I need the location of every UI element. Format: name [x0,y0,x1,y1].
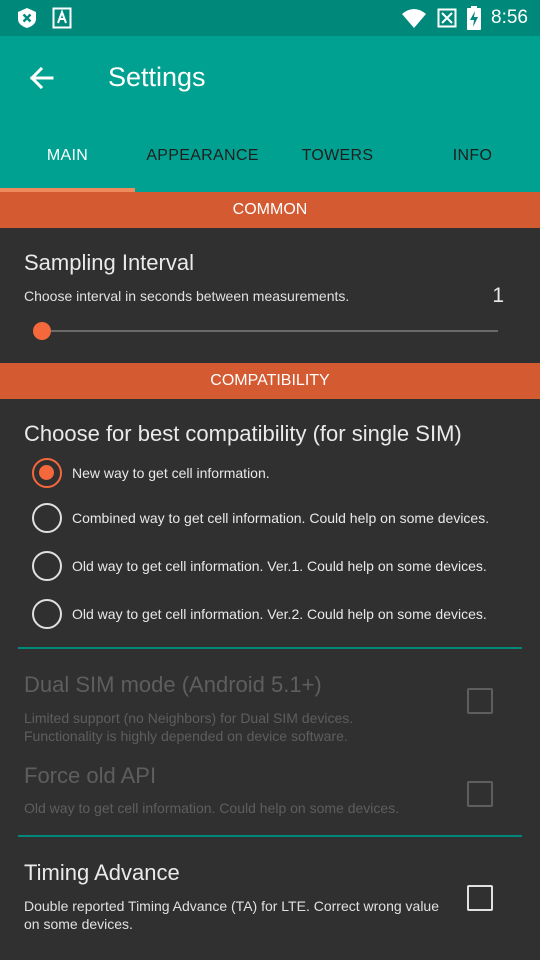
radio-option-new-way[interactable]: New way to get cell information. [32,458,512,488]
radio-option-old-way-v1[interactable]: Old way to get cell information. Ver.1. … [32,551,512,581]
timing-advance-summary: Double reported Timing Advance (TA) for … [24,898,439,932]
force-old-api-checkbox [467,781,493,807]
radio-button[interactable] [32,503,62,533]
radio-button[interactable] [32,551,62,581]
section-header-compatibility: COMPATIBILITY [0,363,540,399]
no-signal-icon [437,8,457,28]
force-old-api-summary: Old way to get cell information. Could h… [24,800,400,816]
text-a-icon [52,7,72,29]
wifi-icon [402,9,427,28]
arrow-left-icon[interactable] [28,64,56,92]
divider [18,647,522,649]
radio-option-combined-way[interactable]: Combined way to get cell information. Co… [32,503,512,533]
radio-label: Combined way to get cell information. Co… [72,510,490,526]
timing-advance-checkbox[interactable] [467,885,493,911]
tab-bar: MAIN APPEARANCE TOWERS INFO [0,136,540,192]
sampling-interval-value: 1 [492,284,504,307]
tab-main[interactable]: MAIN [0,136,135,192]
timing-advance-title: Timing Advance [24,860,180,885]
divider [18,835,522,837]
page-title: Settings [108,62,206,92]
compatibility-title: Choose for best compatibility (for singl… [24,421,462,446]
radio-label: Old way to get cell information. Ver.1. … [72,558,487,574]
app-bar: Settings MAIN APPEARANCE TOWERS INFO [0,36,540,192]
tab-info[interactable]: INFO [405,136,540,192]
radio-option-old-way-v2[interactable]: Old way to get cell information. Ver.2. … [32,599,512,629]
battery-charging-icon [467,6,482,30]
tab-towers[interactable]: TOWERS [270,136,405,192]
dual-sim-checkbox [467,688,493,714]
sampling-interval-slider-thumb[interactable] [33,322,51,340]
sampling-interval-title: Sampling Interval [24,250,194,275]
radio-button[interactable] [32,599,62,629]
status-bar: 8:56 [0,0,540,36]
radio-label: Old way to get cell information. Ver.2. … [72,606,487,622]
status-time: 8:56 [491,7,528,28]
radio-label: New way to get cell information. [72,465,270,481]
radio-button[interactable] [32,458,62,488]
section-header-common: COMMON [0,192,540,228]
close-badge-icon [18,8,36,28]
sampling-interval-summary: Choose interval in seconds between measu… [24,288,350,304]
force-old-api-title: Force old API [24,763,157,788]
sampling-interval-slider-track[interactable] [42,330,498,332]
tab-appearance[interactable]: APPEARANCE [135,136,270,192]
dual-sim-summary: Limited support (no Neighbors) for Dual … [24,710,354,744]
dual-sim-title: Dual SIM mode (Android 5.1+) [24,672,322,697]
